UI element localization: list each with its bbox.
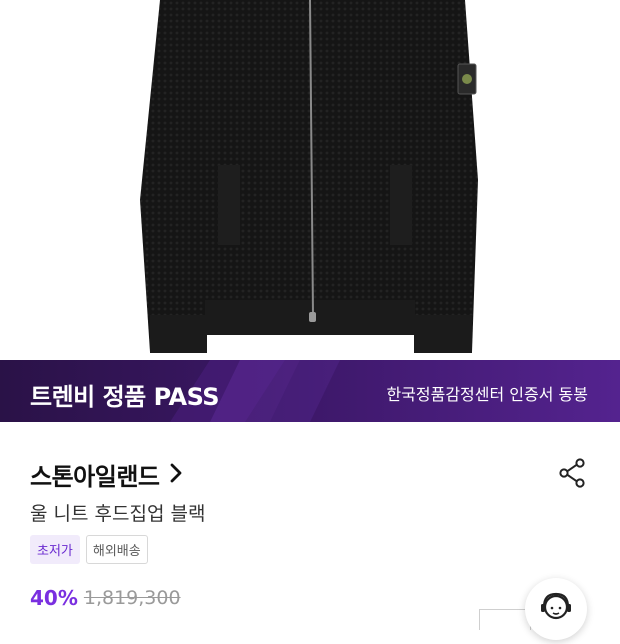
original-price: 1,819,300 xyxy=(83,587,181,609)
tag-overseas-shipping: 해외배송 xyxy=(85,535,148,564)
banner-subtitle: 한국정품감정센터 인증서 동봉 xyxy=(386,385,588,404)
share-icon xyxy=(559,458,585,488)
banner-title: 트렌비 정품 PASS xyxy=(30,383,220,411)
price-row: 40% 1,819,300 xyxy=(30,586,181,610)
product-image[interactable] xyxy=(0,0,620,360)
customer-support-icon xyxy=(541,592,571,620)
brand-link[interactable]: 스톤아일랜드 xyxy=(30,457,183,492)
tag-lowest-price: 초저가 xyxy=(30,535,80,564)
chevron-right-icon xyxy=(169,462,183,488)
tag-list: 초저가 해외배송 xyxy=(30,535,148,564)
share-button[interactable] xyxy=(559,458,587,488)
brand-name: 스톤아일랜드 xyxy=(30,463,160,491)
authenticity-banner[interactable]: 트렌비 정품 PASS 한국정품감정센터 인증서 동봉 xyxy=(0,360,620,422)
product-name: 울 니트 후드집업 블랙 xyxy=(30,503,206,525)
jacket-illustration xyxy=(140,0,478,353)
customer-support-button[interactable] xyxy=(525,578,587,640)
discount-rate: 40% xyxy=(30,586,78,610)
